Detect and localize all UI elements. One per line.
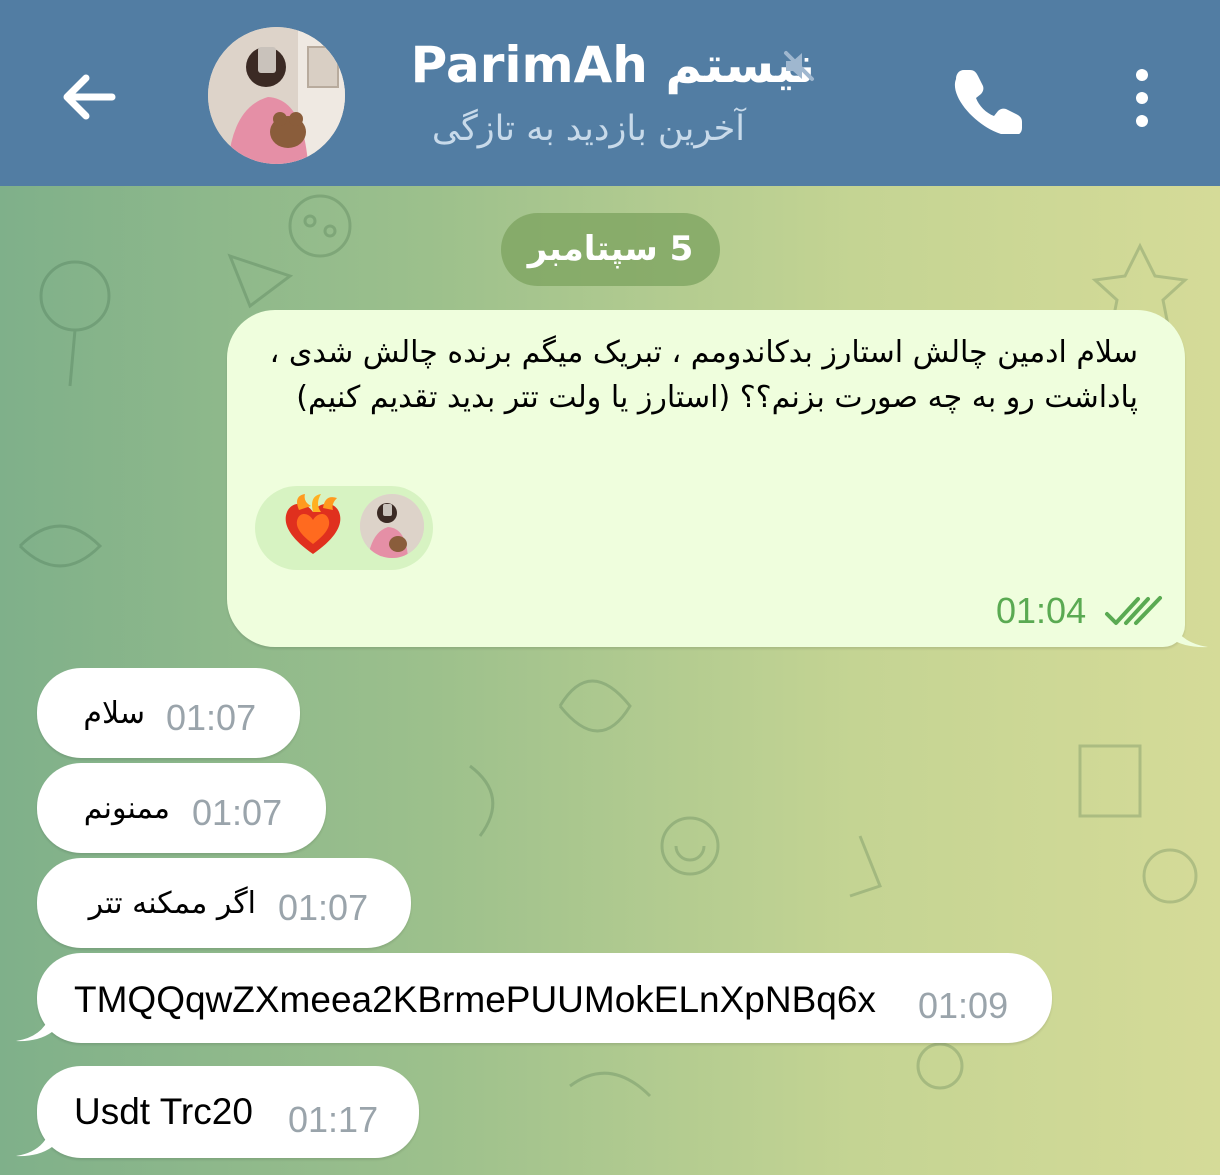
- arrow-left-icon[interactable]: [56, 64, 122, 130]
- double-check-icon: [1105, 596, 1162, 625]
- chat-title[interactable]: ParimAh نیستم: [385, 30, 815, 100]
- message-time: 01:09: [918, 985, 1009, 1026]
- bubble-tail: [16, 1121, 52, 1157]
- last-seen-status: آخرین بازدید به تازگی: [431, 109, 745, 149]
- incoming-message-text: TMQQqwZXmeea2KBrmePUUMokELnXpNBq6x: [74, 979, 876, 1020]
- incoming-message-text: سلام: [83, 696, 145, 731]
- message-time: 01:07: [166, 697, 257, 738]
- incoming-message-text: ممنونم: [83, 791, 170, 826]
- message-time: 01:17: [288, 1099, 379, 1140]
- message-time: 01:04: [996, 590, 1087, 631]
- avatar[interactable]: [208, 27, 345, 164]
- message-time: 01:07: [192, 792, 283, 833]
- date-divider: 5 سپتامبر: [501, 213, 720, 286]
- fire-heart-emoji: [285, 494, 341, 554]
- bubble-tail: [16, 1006, 52, 1042]
- more-vertical-icon[interactable]: [1118, 62, 1166, 134]
- reactor-avatar: [360, 494, 424, 558]
- chat-header: ParimAh نیستم آخرین بازدید به تازگی: [0, 0, 1220, 186]
- incoming-message-text: Usdt Trc20: [74, 1091, 253, 1132]
- muted-speaker-icon: [784, 51, 814, 81]
- incoming-message-text: اگر ممکنه تتر: [88, 886, 256, 921]
- bubble-tail: [1170, 612, 1208, 648]
- chat-title-text: ParimAh نیستم: [410, 36, 815, 94]
- message-time: 01:07: [278, 887, 369, 928]
- avatar-photo: [208, 27, 345, 164]
- outgoing-message-text: سلام ادمین چالش استارز بدکاندومم ، تبریک…: [269, 335, 1138, 415]
- phone-icon[interactable]: [950, 62, 1022, 134]
